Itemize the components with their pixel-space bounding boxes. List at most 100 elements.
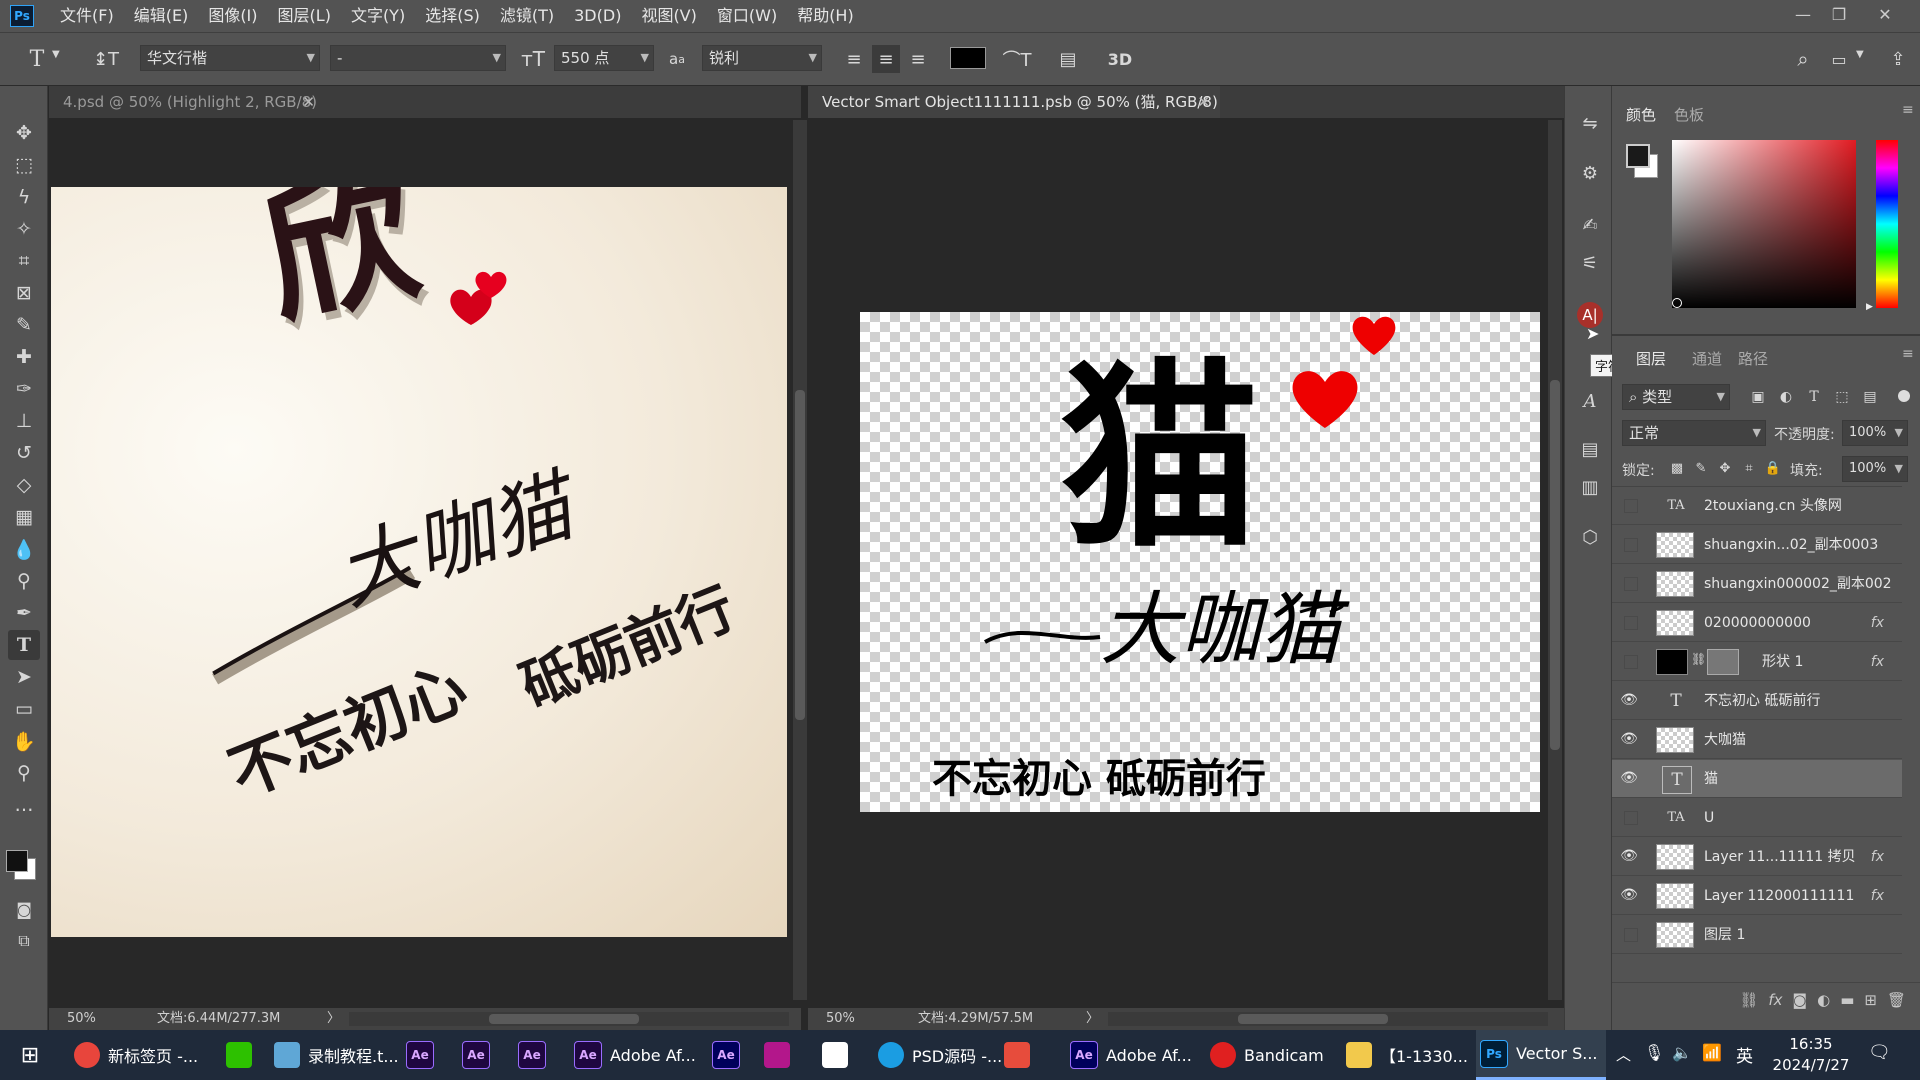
new-group-icon[interactable]: ▬ (1840, 991, 1854, 1009)
clock[interactable]: 16:35 2024/7/27 (1766, 1034, 1856, 1076)
filter-smart-object-icon[interactable]: ▤ (1860, 386, 1880, 408)
align-center-icon[interactable]: ≡ (872, 45, 900, 73)
visibility-toggle[interactable] (1624, 538, 1638, 552)
menu-item[interactable]: 文件(F) (50, 0, 124, 32)
restore-icon[interactable]: ❐ (1822, 0, 1856, 28)
fill-input[interactable]: 100% ▼ (1842, 456, 1908, 482)
layer-row[interactable]: TA U (1612, 799, 1902, 837)
more-tools-icon[interactable]: … (8, 790, 40, 820)
layer-thumbnail[interactable]: ⛓ (1656, 649, 1739, 675)
magic-wand-tool-icon[interactable]: ✧ (8, 214, 40, 244)
layer-row[interactable]: 020000000000 fx (1612, 604, 1902, 642)
tab-layers[interactable]: 图层 (1636, 348, 1666, 369)
font-family-select[interactable]: 华文行楷 ▼ (140, 45, 320, 71)
crop-tool-icon[interactable]: ⌗ (8, 246, 40, 276)
marquee-tool-icon[interactable]: ⬚ (8, 150, 40, 180)
font-style-select[interactable]: - ▼ (330, 45, 506, 71)
blur-tool-icon[interactable]: 💧 (8, 534, 40, 564)
glyphs-panel-icon[interactable]: A (1577, 388, 1603, 414)
character-panel-icon[interactable]: ▤ (1054, 45, 1082, 73)
taskbar-item[interactable]: Ae (458, 1030, 502, 1080)
layer-row[interactable]: 👁 大咖猫 (1612, 721, 1902, 759)
left-document-canvas[interactable]: 欣 欣 大咖猫 不忘初心 砥砺前行 (51, 187, 787, 937)
filter-adjustment-icon[interactable]: ◐ (1776, 386, 1796, 408)
tab-left-document[interactable]: 4.psd @ 50% (Highlight 2, RGB/8) ✕ (49, 86, 325, 118)
text-layer-icon[interactable]: T (1662, 766, 1692, 794)
layer-row[interactable]: shuangxin...02_副本0003 (1612, 526, 1902, 564)
taskbar-item[interactable]: PSD源码 -... (874, 1030, 1010, 1080)
left-canvas-area[interactable]: 欣 欣 大咖猫 不忘初心 砥砺前行 (49, 118, 807, 1008)
taskbar-item[interactable]: 【1-1330... (1342, 1030, 1478, 1080)
3d-panel-icon[interactable]: ⬡ (1577, 524, 1603, 550)
zoom-level[interactable]: 50% (826, 1008, 855, 1030)
chevron-right-icon[interactable]: 〉 (327, 1008, 340, 1030)
screen-mode-icon[interactable]: ⧉ (8, 926, 40, 956)
taskbar-item[interactable]: Ae (708, 1030, 752, 1080)
chevron-right-icon[interactable]: 〉 (1086, 1008, 1099, 1030)
close-icon[interactable]: ✕ (1197, 86, 1210, 118)
visibility-toggle[interactable] (1624, 616, 1638, 630)
panel-menu-icon[interactable]: ≡ (1902, 102, 1914, 118)
tab-right-document[interactable]: Vector Smart Object1111111.psb @ 50% (猫,… (808, 86, 1220, 143)
filter-type-icon[interactable]: T (1804, 386, 1824, 408)
layer-row[interactable]: shuangxin000002_副本002 (1612, 565, 1902, 603)
pen-tool-icon[interactable]: ✒ (8, 598, 40, 628)
layer-row[interactable]: 👁 Layer 112000111111 fx (1612, 877, 1902, 915)
menu-item[interactable]: 3D(D) (564, 0, 631, 32)
notes-panel-icon[interactable]: ▥ (1577, 474, 1603, 500)
brushes-panel-icon[interactable]: ✍ (1577, 212, 1603, 238)
path-select-tool-icon[interactable]: ➤ (8, 662, 40, 692)
right-canvas-area[interactable]: 猫 大咖猫 不忘初心 砥砺前行 (808, 118, 1564, 1008)
taskbar-item[interactable]: Ps Vector S... (1476, 1030, 1606, 1080)
menu-item[interactable]: 滤镜(T) (490, 0, 564, 32)
add-mask-icon[interactable]: ◙ (1793, 991, 1808, 1009)
vertical-scrollbar[interactable] (793, 120, 807, 1000)
warped-text-layer-icon[interactable]: TA (1662, 493, 1690, 519)
quick-mask-icon[interactable]: ◙ (8, 894, 40, 924)
menu-item[interactable]: 帮助(H) (787, 0, 864, 32)
adjustment-layer-icon[interactable]: ◐ (1817, 991, 1830, 1009)
visibility-toggle[interactable] (1624, 577, 1638, 591)
taskbar-item[interactable] (222, 1030, 266, 1080)
3d-button[interactable]: 3D (1104, 45, 1136, 73)
align-left-icon[interactable]: ≡ (842, 47, 866, 71)
layer-thumbnail[interactable] (1656, 844, 1694, 870)
taskbar-item[interactable]: 录制教程.t... (270, 1030, 406, 1080)
close-icon[interactable]: ✕ (1868, 0, 1902, 28)
horizontal-scrollbar[interactable] (1108, 1012, 1548, 1026)
eye-icon[interactable]: 👁 (1620, 770, 1638, 788)
lasso-tool-icon[interactable]: ϟ (8, 182, 40, 212)
warp-text-icon[interactable]: ⌒T (1003, 45, 1032, 73)
menu-item[interactable]: 图层(L) (268, 0, 341, 32)
lock-pixels-icon[interactable]: ✎ (1692, 458, 1710, 478)
network-icon[interactable]: 📶 (1702, 1043, 1722, 1062)
share-icon[interactable]: ⇪ (1884, 45, 1912, 73)
tab-color[interactable]: 颜色 (1626, 104, 1656, 125)
rectangle-tool-icon[interactable]: ▭ (8, 694, 40, 724)
search-icon[interactable]: ⌕ (1790, 45, 1816, 73)
new-layer-icon[interactable]: ⊞ (1864, 991, 1877, 1009)
scrollbar-thumb[interactable] (1238, 1014, 1388, 1024)
adjustments-panel-icon[interactable]: ⚟ (1577, 250, 1603, 276)
vertical-scrollbar[interactable] (1548, 120, 1562, 1000)
text-layer-icon[interactable]: T (1662, 688, 1690, 714)
chevron-down-icon[interactable]: ▼ (1856, 49, 1864, 60)
blend-mode-select[interactable]: 正常 ▼ (1622, 420, 1766, 446)
eraser-tool-icon[interactable]: ◇ (8, 470, 40, 500)
scrollbar-thumb[interactable] (795, 390, 805, 720)
tab-paths[interactable]: 路径 (1738, 348, 1768, 369)
taskbar-item[interactable]: Bandicam (1206, 1030, 1342, 1080)
layer-thumbnail[interactable] (1656, 727, 1694, 753)
paragraph-styles-icon[interactable]: ▤ (1577, 436, 1603, 462)
layer-thumbnail[interactable] (1656, 922, 1694, 948)
move-tool-icon[interactable]: ✥ (8, 118, 40, 148)
layer-row[interactable]: ⛓ 形状 1 fx (1612, 643, 1902, 681)
gradient-tool-icon[interactable]: ▦ (8, 502, 40, 532)
menu-item[interactable]: 窗口(W) (707, 0, 787, 32)
menu-item[interactable]: 选择(S) (415, 0, 490, 32)
lock-artboard-icon[interactable]: ⌗ (1740, 458, 1758, 478)
history-panel-icon[interactable]: ⇋ (1577, 110, 1603, 136)
text-tool-icon[interactable]: T (24, 45, 50, 73)
menu-item[interactable]: 图像(I) (198, 0, 267, 32)
frame-tool-icon[interactable]: ⊠ (8, 278, 40, 308)
